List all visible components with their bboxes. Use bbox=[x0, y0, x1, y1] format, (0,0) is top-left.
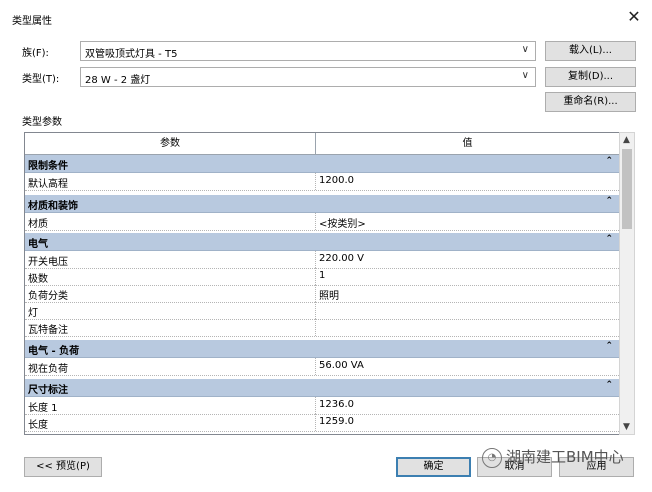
group-name: 电气 bbox=[28, 239, 48, 250]
collapse-icon[interactable]: ⌃ bbox=[605, 234, 613, 244]
table-row[interactable]: 开关电压 220.00 V bbox=[25, 251, 619, 269]
param-value[interactable]: 1200.0 bbox=[319, 175, 354, 186]
table-row[interactable]: 瓦特备注 bbox=[25, 319, 619, 337]
chevron-down-icon: ∨ bbox=[521, 70, 529, 81]
collapse-icon[interactable]: ⌃ bbox=[605, 156, 613, 166]
duplicate-button[interactable]: 复制(D)... bbox=[545, 67, 636, 87]
collapse-icon[interactable]: ⌃ bbox=[605, 341, 613, 351]
scroll-down-icon[interactable]: ▼ bbox=[623, 422, 630, 432]
param-value[interactable]: 1259.0 bbox=[319, 416, 354, 427]
column-header-value[interactable]: 值 bbox=[316, 133, 619, 154]
title-bar bbox=[0, 0, 652, 34]
family-select[interactable]: 双管吸顶式灯具 - T5 ∨ bbox=[80, 41, 536, 61]
param-value[interactable]: 56.00 VA bbox=[319, 360, 364, 371]
group-name: 电气 - 负荷 bbox=[28, 346, 80, 357]
collapse-icon[interactable]: ⌃ bbox=[605, 196, 613, 206]
param-name: 瓦特备注 bbox=[28, 325, 68, 336]
collapse-icon[interactable]: ⌃ bbox=[605, 380, 613, 390]
ok-button[interactable]: 确定 bbox=[396, 457, 471, 477]
group-name: 限制条件 bbox=[28, 161, 68, 172]
close-icon[interactable]: ✕ bbox=[624, 6, 644, 28]
wechat-icon: ◔ bbox=[482, 447, 502, 468]
table-row[interactable]: 默认高程 1200.0 bbox=[25, 173, 619, 191]
param-value[interactable]: 220.00 V bbox=[319, 253, 364, 264]
watermark: ◔ 湖南建工BIM中心 bbox=[482, 446, 624, 468]
table-row[interactable]: 极数 1 bbox=[25, 268, 619, 286]
param-name: 灯 bbox=[28, 308, 38, 319]
family-select-value: 双管吸顶式灯具 - T5 bbox=[85, 49, 178, 60]
watermark-text: 湖南建工BIM中心 bbox=[506, 448, 624, 466]
chevron-down-icon: ∨ bbox=[521, 44, 529, 55]
group-name: 尺寸标注 bbox=[28, 385, 68, 396]
family-label: 族(F): bbox=[22, 48, 49, 59]
param-name: 材质 bbox=[28, 219, 48, 230]
rename-button[interactable]: 重命名(R)... bbox=[545, 92, 636, 112]
table-row[interactable]: 灯 bbox=[25, 302, 619, 320]
column-header-param[interactable]: 参数 bbox=[25, 133, 316, 154]
table-row[interactable]: 负荷分类 照明 bbox=[25, 285, 619, 303]
table-row[interactable]: 视在负荷 56.00 VA bbox=[25, 358, 619, 376]
load-button[interactable]: 载入(L)... bbox=[545, 41, 636, 61]
group-name: 材质和装饰 bbox=[28, 201, 78, 212]
group-header[interactable]: 限制条件 ⌃ bbox=[25, 155, 619, 173]
param-name: 视在负荷 bbox=[28, 364, 68, 375]
preview-button[interactable]: << 预览(P) bbox=[24, 457, 102, 477]
group-header[interactable]: 材质和装饰 ⌃ bbox=[25, 195, 619, 213]
group-header[interactable]: 电气 - 负荷 ⌃ bbox=[25, 340, 619, 358]
param-name: 长度 bbox=[28, 420, 48, 431]
param-name: 默认高程 bbox=[28, 179, 68, 190]
param-name: 开关电压 bbox=[28, 257, 68, 268]
type-select[interactable]: 28 W - 2 盏灯 ∨ bbox=[80, 67, 536, 87]
table-row[interactable]: 长度 1259.0 bbox=[25, 414, 619, 432]
section-title: 类型参数 bbox=[22, 117, 62, 128]
param-value[interactable]: 1 bbox=[319, 270, 325, 281]
scrollbar-thumb[interactable] bbox=[622, 149, 632, 229]
table-row[interactable]: 长度 1 1236.0 bbox=[25, 397, 619, 415]
group-header[interactable]: 尺寸标注 ⌃ bbox=[25, 379, 619, 397]
param-name: 负荷分类 bbox=[28, 291, 68, 302]
vertical-scrollbar[interactable]: ▲ ▼ bbox=[619, 132, 635, 435]
type-label: 类型(T): bbox=[22, 74, 60, 85]
param-name: 极数 bbox=[28, 274, 48, 285]
scroll-up-icon[interactable]: ▲ bbox=[623, 135, 630, 145]
grid-header: 参数 值 bbox=[25, 133, 619, 155]
param-name: 长度 1 bbox=[28, 403, 58, 414]
param-value[interactable]: 照明 bbox=[319, 287, 339, 302]
parameter-grid[interactable]: 参数 值 限制条件 ⌃ 默认高程 1200.0 材质和装饰 ⌃ 材质 <按类别>… bbox=[24, 132, 620, 435]
table-row[interactable]: 材质 <按类别> bbox=[25, 213, 619, 231]
type-select-value: 28 W - 2 盏灯 bbox=[85, 75, 151, 86]
param-value[interactable]: 1236.0 bbox=[319, 399, 354, 410]
dialog-title: 类型属性 bbox=[12, 16, 52, 27]
param-value[interactable]: <按类别> bbox=[319, 215, 366, 230]
group-header[interactable]: 电气 ⌃ bbox=[25, 233, 619, 251]
